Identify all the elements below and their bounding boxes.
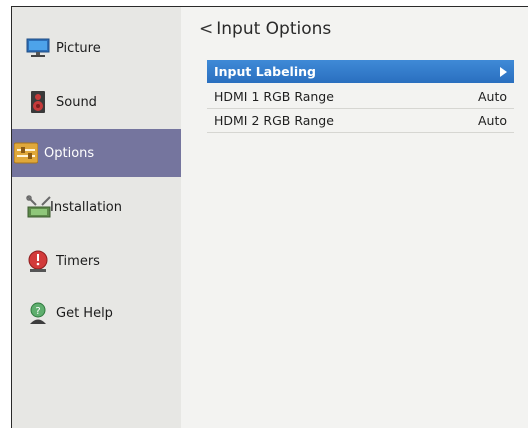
back-chevron-icon[interactable]: < [199,19,213,39]
menu-item-label: Input Labeling [214,64,316,79]
sidebar-item-installation[interactable]: Installation [12,183,181,231]
menu-frame: Picture Sound Options Installation Timer… [11,6,528,428]
svg-text:?: ? [35,306,40,317]
row-divider [207,132,514,133]
timer-alarm-icon [26,249,50,273]
page-title: < Input Options [199,19,331,39]
sidebar-item-options[interactable]: Options [12,129,181,177]
sidebar-item-timers[interactable]: Timers [12,237,181,285]
sidebar-item-label: Installation [50,199,123,215]
picture-monitor-icon [26,36,50,60]
sidebar-item-sound[interactable]: Sound [12,78,181,126]
installation-tools-icon [26,195,51,219]
sidebar-item-label: Get Help [56,305,113,321]
menu-item-input-labeling[interactable]: Input Labeling [207,60,514,83]
menu-item-value: Auto [477,89,507,104]
sidebar-item-label: Sound [56,94,97,110]
help-person-icon: ? [26,301,50,325]
sidebar-item-label: Timers [56,253,100,269]
menu-item-hdmi2-rgb-range[interactable]: HDMI 2 RGB Range Auto [207,109,514,132]
main-content: < Input Options Input Labeling HDMI 1 RG… [181,7,528,428]
options-sliders-icon [13,141,39,165]
speaker-icon [26,90,50,114]
menu-item-label: HDMI 2 RGB Range [214,113,334,128]
sidebar-item-get-help[interactable]: ? Get Help [12,289,181,337]
sidebar-item-label: Options [44,145,95,161]
sidebar: Picture Sound Options Installation Timer… [12,7,181,428]
sidebar-item-picture[interactable]: Picture [12,24,181,72]
chevron-right-icon [500,66,507,77]
menu-item-value: Auto [477,113,507,128]
sidebar-item-label: Picture [56,40,101,56]
page-title-text: Input Options [216,19,332,39]
menu-item-label: HDMI 1 RGB Range [214,89,334,104]
tv-menu-screen: Picture Sound Options Installation Timer… [0,0,529,428]
menu-item-hdmi1-rgb-range[interactable]: HDMI 1 RGB Range Auto [207,85,514,108]
